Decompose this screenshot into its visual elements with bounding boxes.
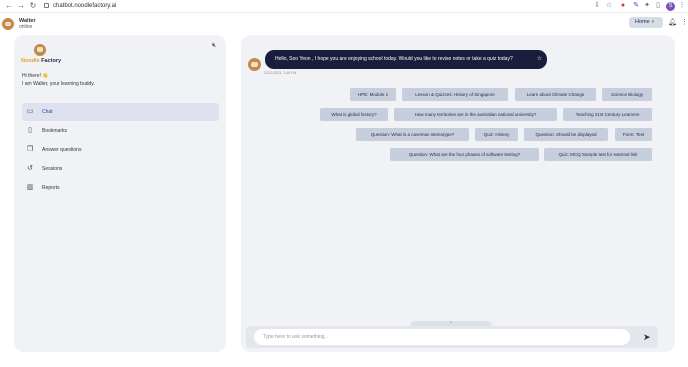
brand-part1: Noodle: [21, 58, 40, 64]
home-label: Home: [635, 19, 650, 25]
sidebar-item-reports[interactable]: ▥ Reports: [22, 179, 219, 197]
download-icon[interactable]: ⇩: [593, 2, 601, 10]
suggestion-chip[interactable]: Question: Should be displayed: [524, 128, 608, 141]
more-menu-icon[interactable]: ⋮: [681, 18, 688, 26]
sidebar-item-label: Answer questions: [42, 147, 82, 153]
bot-avatar: [248, 58, 261, 71]
forward-icon[interactable]: →: [16, 1, 26, 11]
url-text: chatbot.noodlefactory.ai: [53, 3, 117, 9]
sidebar-item-chat[interactable]: ▭ Chat: [22, 103, 219, 121]
star-icon[interactable]: ☆: [605, 2, 613, 10]
lock-icon: [44, 2, 49, 8]
online-status: online: [19, 24, 33, 30]
history-icon: ↺: [27, 165, 33, 172]
sidebar-item-label: Reports: [42, 185, 60, 191]
browser-toolbar: ← → ↻ chatbot.noodlefactory.ai ⇩ ☆ ● ✎ ✦…: [0, 0, 688, 13]
extensions-puzzle-icon[interactable]: ✦: [643, 2, 651, 10]
suggestion-chip[interactable]: Learn about Climate Change: [515, 88, 596, 101]
bell-icon[interactable]: 🔔︎: [668, 18, 677, 26]
suggestion-chip[interactable]: Form: Test: [615, 128, 652, 141]
brand-part2: Factory: [41, 58, 62, 64]
greeting-line1: Hi there! 👋: [22, 73, 49, 79]
suggestion-chip[interactable]: HPE: Module 1: [350, 88, 396, 101]
reload-icon[interactable]: ↻: [28, 1, 38, 11]
bookmark-icon: ▯: [28, 127, 32, 134]
extension-red-icon[interactable]: ●: [619, 2, 627, 10]
suggestion-chip[interactable]: Quiz: History: [475, 128, 518, 141]
bookmark-star-icon[interactable]: ☆: [537, 50, 542, 69]
greeting-line2: I am Walter, your learning buddy.: [22, 81, 95, 87]
brand-name: Noodle Factory: [21, 58, 61, 64]
bot-message-bubble: Hello, Soo Yeon , I hope you are enjoyin…: [265, 50, 547, 69]
chart-icon: ▥: [26, 184, 34, 191]
side-panel-icon[interactable]: ▯: [654, 2, 662, 10]
suggestion-chip[interactable]: Teaching 21st Century Learners: [563, 108, 652, 121]
send-icon[interactable]: ➤: [643, 332, 653, 342]
home-mascot-icon: ●: [651, 19, 655, 25]
sidebar-item-bookmarks[interactable]: ▯ Bookmarks: [22, 122, 219, 140]
mute-icon[interactable]: 🔇︎: [212, 42, 220, 50]
sidebar-item-sessions[interactable]: ↺ Sessions: [22, 160, 219, 178]
browser-menu-icon[interactable]: ⋮: [678, 2, 686, 10]
suggestion-chip[interactable]: Quiz: MCQ Sample test for external link: [544, 148, 652, 161]
sidebar-item-label: Sessions: [42, 166, 63, 172]
chat-icon: ▭: [26, 108, 34, 115]
quiz-icon: ❐: [26, 146, 34, 153]
extension-pen-icon[interactable]: ✎: [632, 2, 640, 10]
back-icon[interactable]: ←: [4, 1, 14, 11]
walter-avatar: [2, 18, 14, 30]
sidebar-item-label: Chat: [42, 109, 53, 115]
chat-input-bar: Type here to ask something... ➤: [246, 326, 658, 348]
suggestion-chip[interactable]: Question: What are the four phases of so…: [390, 148, 539, 161]
sidebar: 🔇︎ Noodle Factory Hi there! 👋 I am Walte…: [14, 35, 226, 352]
sidebar-item-label: Bookmarks: [42, 128, 68, 134]
chat-input[interactable]: Type here to ask something...: [254, 329, 630, 345]
suggestion-chip[interactable]: How many territories are in the australi…: [394, 108, 557, 121]
chat-panel: Hello, Soo Yeon , I hope you are enjoyin…: [241, 35, 675, 352]
suggestion-chip[interactable]: Science Biology: [602, 88, 652, 101]
profile-avatar[interactable]: S: [666, 2, 675, 11]
suggestion-chip[interactable]: What is global history?: [320, 108, 388, 121]
noodle-factory-logo: [34, 44, 46, 56]
suggestion-chip[interactable]: Lesson & Quizzes: History of Singapore: [402, 88, 508, 101]
home-button[interactable]: Home ●: [629, 17, 663, 28]
address-bar[interactable]: chatbot.noodlefactory.ai: [44, 2, 116, 11]
suggestion-chip[interactable]: Question: What is a caveman stereotype?: [356, 128, 469, 141]
bot-message-text: Hello, Soo Yeon , I hope you are enjoyin…: [275, 56, 513, 62]
sidebar-item-answer-questions[interactable]: ❐ Answer questions: [22, 141, 219, 159]
message-timestamp: 22/11/2023, 2:48 PM: [264, 71, 297, 75]
sidebar-nav: ▭ Chat ▯ Bookmarks ❐ Answer questions ↺ …: [22, 103, 219, 198]
